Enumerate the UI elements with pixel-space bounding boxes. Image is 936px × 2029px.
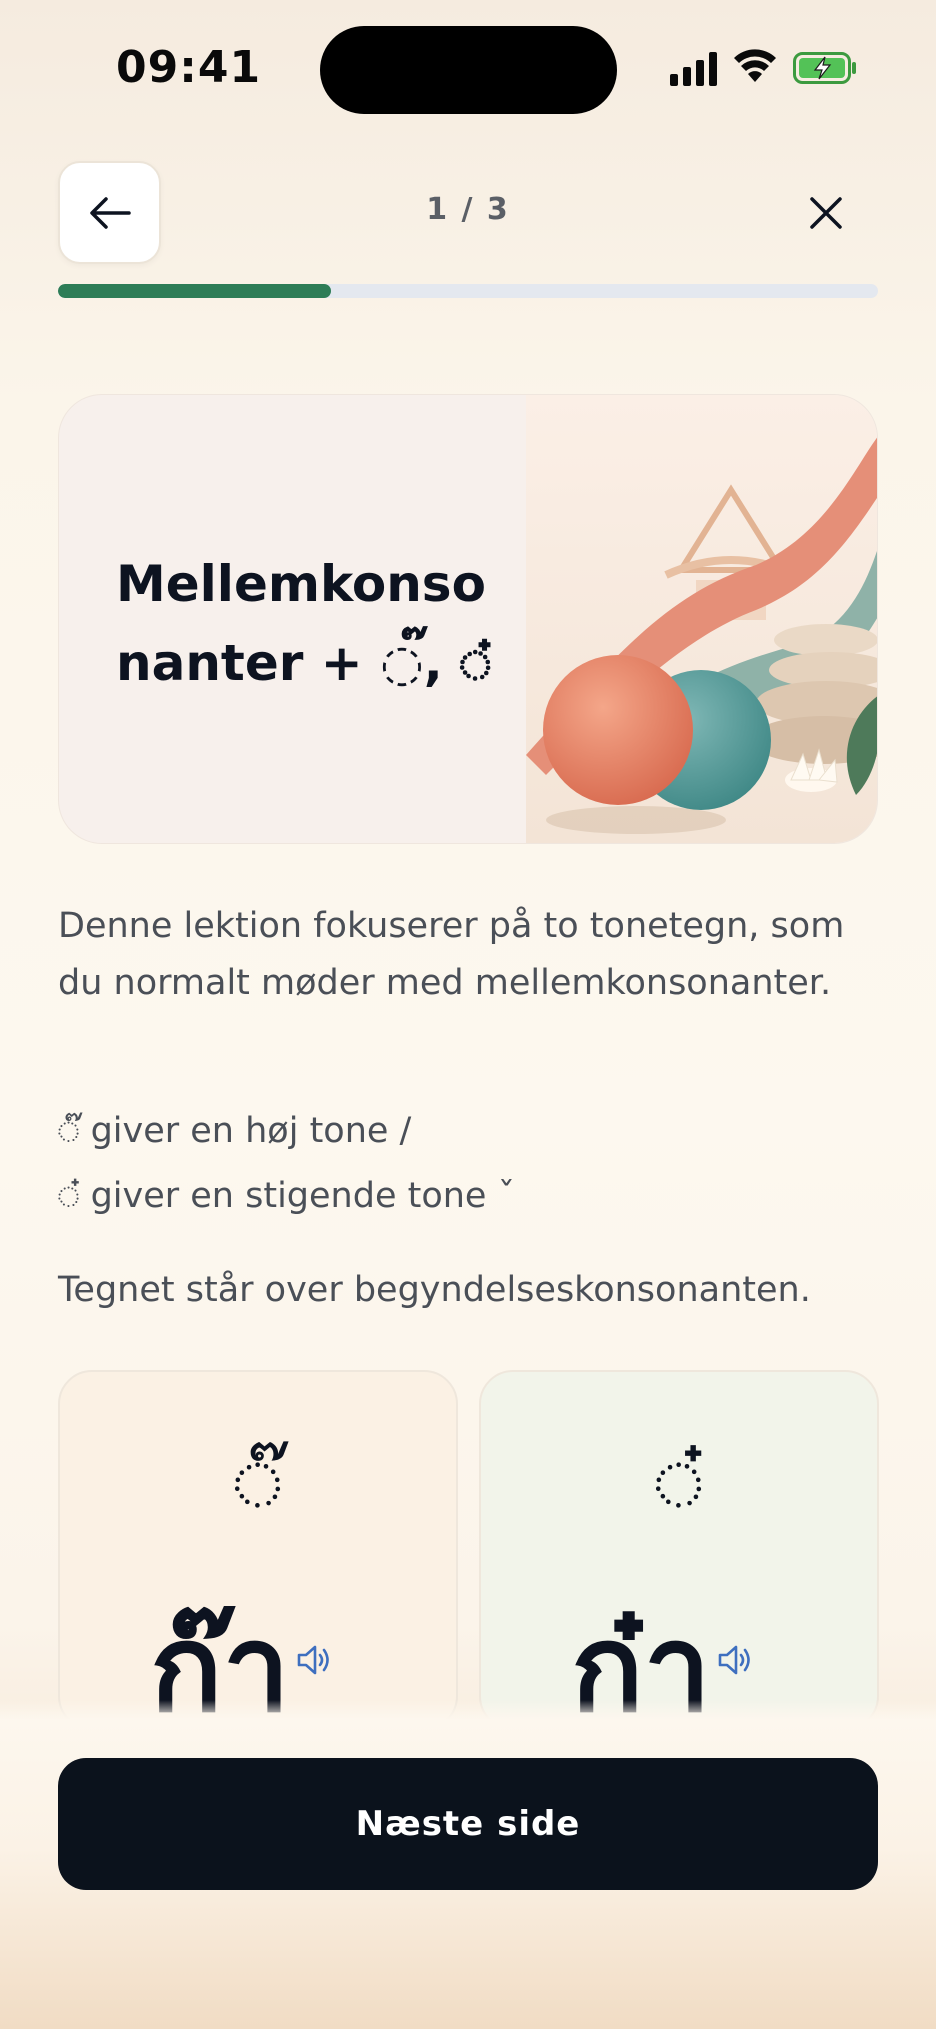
- status-time: 09:41: [116, 42, 262, 93]
- tone-card-high: ◌๊ ก๊า: [58, 1370, 458, 1730]
- back-arrow-icon: [89, 196, 131, 229]
- speaker-icon[interactable]: [717, 1644, 753, 1676]
- next-page-button[interactable]: Næste side: [58, 1758, 878, 1890]
- progress-bar: [58, 284, 878, 298]
- progress-fill: [58, 284, 332, 298]
- back-button[interactable]: [58, 161, 161, 264]
- tone-mark-high-text: ◌๊ giver en høj tone /: [58, 1111, 412, 1151]
- page-counter: 1 / 3: [426, 192, 510, 227]
- dynamic-island: [320, 26, 617, 114]
- battery-charging-icon: [793, 52, 856, 84]
- lesson-illustration: [526, 395, 877, 843]
- lesson-title: Mellemkonsonanter + ◌๊, ◌๋: [116, 555, 491, 692]
- signal-icon: [670, 52, 717, 86]
- tone-mark: ◌๊: [234, 1437, 282, 1527]
- close-button[interactable]: [790, 180, 862, 246]
- tone-mark: ◌๋: [655, 1437, 703, 1527]
- tone-card-rising: ◌๋ ก๋า: [479, 1370, 879, 1730]
- wifi-icon: [734, 49, 776, 82]
- speaker-icon[interactable]: [296, 1644, 332, 1676]
- close-icon: [810, 197, 842, 229]
- lesson-hero-card: Mellemkonsonanter + ◌๊, ◌๋: [58, 394, 878, 844]
- lesson-intro-text: Denne lektion fokuserer på to tonetegn, …: [58, 906, 845, 1003]
- status-bar: 09:41: [0, 0, 936, 140]
- tone-mark-rising-text: ◌๋ giver en stigende tone ˇ: [58, 1176, 516, 1216]
- mark-position-note: Tegnet står over begyndelseskonsonanten.: [58, 1270, 811, 1310]
